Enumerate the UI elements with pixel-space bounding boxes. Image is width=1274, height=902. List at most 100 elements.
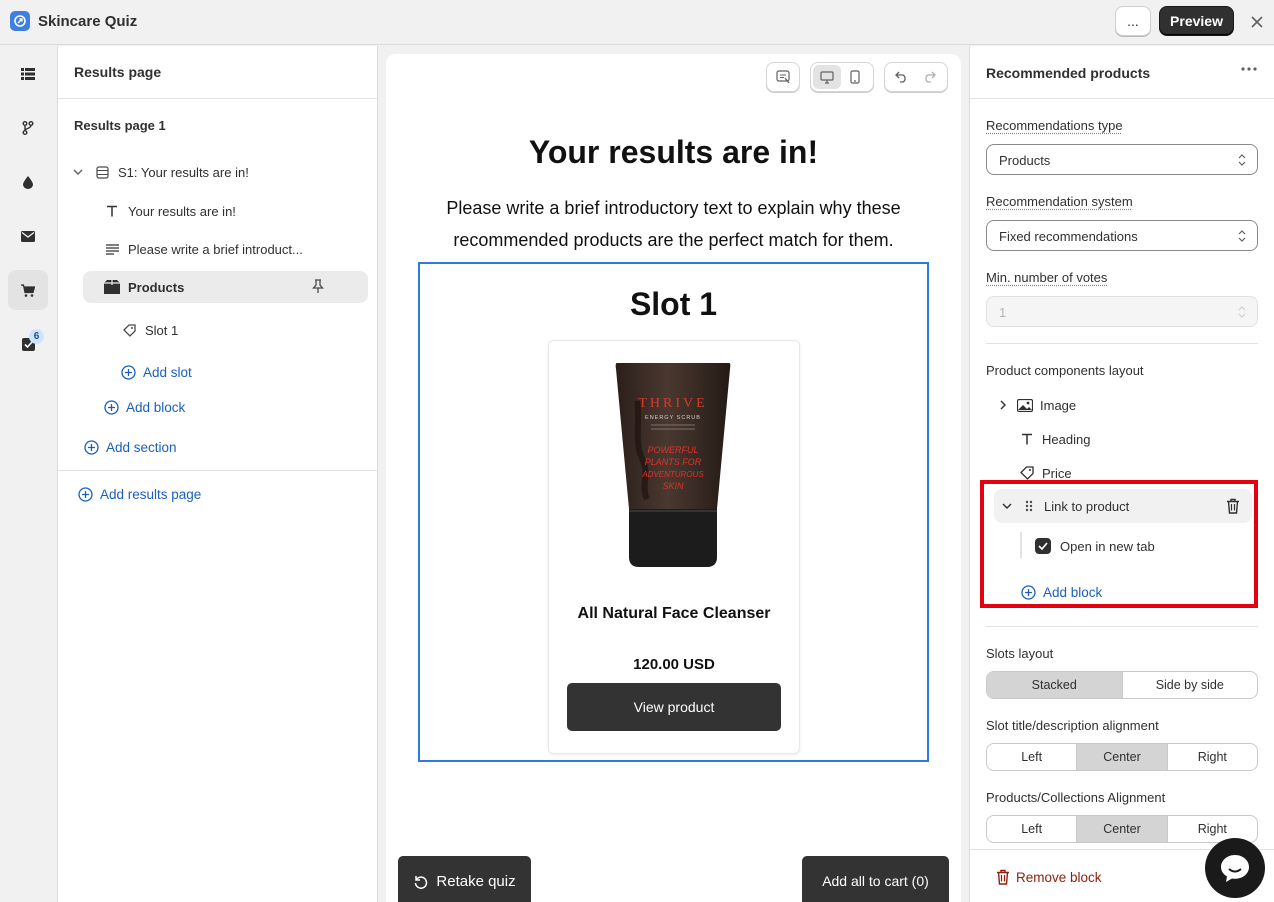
tree-block-paragraph[interactable]: Please write a brief introduct... — [104, 233, 303, 265]
inspect-icon[interactable] — [769, 65, 797, 89]
divider — [58, 470, 377, 471]
add-all-to-cart-button[interactable]: Add all to cart (0) — [802, 856, 949, 902]
rail-checklist[interactable] — [8, 324, 48, 364]
slot-align-label: Slot title/description alignment — [986, 718, 1159, 733]
min-votes-value: 1 — [999, 305, 1007, 320]
tube-subtitle: ENERGY SCRUB — [645, 415, 701, 421]
block-label: Please write a brief introduct... — [128, 241, 303, 257]
block-label: Your results are in! — [128, 203, 236, 219]
structure-panel: Results page Results page 1 S1: Your res… — [58, 46, 378, 902]
text-heading-icon — [1018, 431, 1036, 447]
tube-tagline-2: PLANTS FOR — [645, 457, 702, 467]
slot-align-center[interactable]: Center — [1077, 744, 1168, 770]
preview-button[interactable]: Preview — [1159, 6, 1234, 36]
component-label: Price — [1042, 465, 1072, 481]
top-bar: Skincare Quiz ... Preview — [0, 0, 1274, 45]
results-title[interactable]: Your results are in! — [386, 134, 961, 171]
component-link[interactable]: Link to product — [1000, 494, 1129, 518]
panel-title: Recommended products — [970, 46, 1274, 99]
droplet-icon — [23, 175, 33, 189]
prod-align-toggle: Left Center Right — [986, 815, 1258, 843]
panel-title: Results page — [58, 46, 377, 99]
component-heading[interactable]: Heading — [1018, 427, 1090, 451]
slots-layout-side-by-side[interactable]: Side by side — [1123, 672, 1258, 698]
remove-block-button[interactable]: Remove block — [996, 869, 1102, 885]
rec-system-select[interactable]: Fixed recommendations — [986, 220, 1258, 251]
prod-align-center[interactable]: Center — [1077, 816, 1168, 842]
prod-align-right[interactable]: Right — [1168, 816, 1257, 842]
preview-canvas: Your results are in! Please write a brie… — [386, 54, 961, 902]
divider — [986, 343, 1258, 344]
add-section-link[interactable]: Add section — [84, 440, 177, 455]
add-circle-icon — [78, 487, 93, 502]
section-row[interactable]: S1: Your results are in! — [70, 156, 249, 188]
tree-slot[interactable]: Slot 1 — [121, 314, 178, 346]
add-circle-icon — [1021, 585, 1036, 600]
add-component-link[interactable]: Add block — [1021, 585, 1102, 600]
slot-align-toggle: Left Center Right — [986, 743, 1258, 771]
mobile-view-icon[interactable] — [841, 65, 869, 89]
open-new-tab-label[interactable]: Open in new tab — [1060, 539, 1155, 554]
tag-icon — [121, 322, 137, 338]
chat-launcher[interactable] — [1205, 838, 1265, 898]
divider — [986, 626, 1258, 627]
add-slot-link[interactable]: Add slot — [121, 365, 192, 380]
slot-align-right[interactable]: Right — [1168, 744, 1257, 770]
rail-logic[interactable] — [8, 108, 48, 148]
redo-icon[interactable] — [915, 65, 943, 89]
add-block-label[interactable]: Add block — [126, 400, 185, 415]
rec-system-label: Recommendation system — [986, 194, 1133, 209]
text-heading-icon — [104, 203, 120, 219]
chevron-down-icon[interactable] — [1000, 498, 1014, 514]
chat-icon — [1221, 855, 1249, 882]
slots-layout-stacked[interactable]: Stacked — [987, 672, 1123, 698]
add-results-page-link[interactable]: Add results page — [78, 487, 201, 502]
add-section-label[interactable]: Add section — [106, 440, 177, 455]
components-label: Product components layout — [986, 363, 1144, 378]
section-label: S1: Your results are in! — [118, 164, 249, 180]
desktop-view-icon[interactable] — [813, 65, 841, 89]
pin-icon[interactable] — [312, 279, 324, 294]
image-icon — [1016, 397, 1034, 413]
rec-type-label: Recommendations type — [986, 118, 1123, 133]
trash-icon[interactable] — [1226, 498, 1240, 514]
tube-tagline-4: SKIN — [662, 481, 684, 491]
view-product-button[interactable]: View product — [567, 683, 781, 731]
chevron-down-icon[interactable] — [70, 164, 86, 180]
close-icon[interactable] — [1247, 12, 1267, 32]
undo-icon[interactable] — [887, 65, 915, 89]
add-block-link[interactable]: Add block — [104, 400, 185, 415]
product-card[interactable]: THRIVE ENERGY SCRUB POWERFUL PLANTS FOR … — [548, 340, 800, 754]
add-component-label[interactable]: Add block — [1043, 585, 1102, 600]
tube-brand: THRIVE — [638, 396, 707, 411]
tree-block-products[interactable]: Products — [83, 271, 368, 303]
prod-align-left[interactable]: Left — [987, 816, 1078, 842]
more-actions-button[interactable]: ... — [1115, 6, 1151, 36]
rail-design[interactable] — [8, 162, 48, 202]
component-image[interactable]: Image — [1000, 393, 1076, 417]
retake-quiz-button[interactable]: Retake quiz — [398, 856, 531, 902]
cart-icon — [21, 283, 35, 297]
rail-questions[interactable] — [8, 54, 48, 94]
add-circle-icon — [104, 400, 119, 415]
min-votes-label: Min. number of votes — [986, 270, 1108, 285]
component-label: Link to product — [1044, 498, 1130, 514]
drag-handle-icon[interactable] — [1020, 498, 1038, 514]
rail-products[interactable] — [8, 270, 48, 310]
slot-frame[interactable]: Slot 1 THRIVE ENERGY SCRUB POWERFUL PLAN… — [418, 262, 929, 762]
component-price[interactable]: Price — [1018, 461, 1072, 485]
slot-align-left[interactable]: Left — [987, 744, 1078, 770]
trash-icon — [997, 869, 1009, 885]
add-slot-label[interactable]: Add slot — [143, 365, 192, 380]
more-options-icon[interactable] — [1240, 60, 1258, 78]
rec-type-select[interactable]: Products — [986, 144, 1258, 175]
results-page-label[interactable]: Results page 1 — [74, 118, 166, 133]
chevron-right-icon[interactable] — [996, 397, 1010, 413]
tree-block-heading[interactable]: Your results are in! — [104, 195, 236, 227]
branch-icon — [22, 121, 34, 135]
app-title: Skincare Quiz — [38, 13, 138, 30]
open-new-tab-checkbox[interactable] — [1035, 538, 1051, 554]
results-intro[interactable]: Please write a brief introductory text t… — [436, 192, 911, 256]
add-results-page-label[interactable]: Add results page — [100, 487, 201, 502]
rail-email[interactable] — [8, 216, 48, 256]
